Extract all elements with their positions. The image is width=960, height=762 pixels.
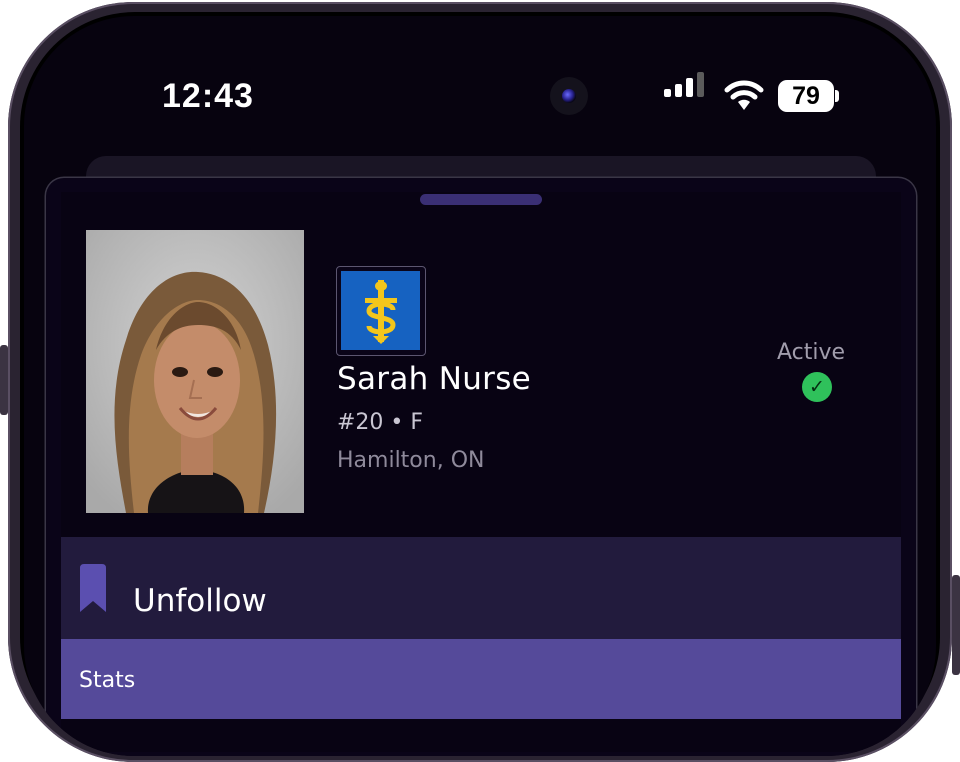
status-label: Active <box>777 340 846 365</box>
stats-tab[interactable] <box>61 639 901 719</box>
bookmark-icon <box>80 564 106 612</box>
wifi-icon <box>724 80 764 110</box>
check-circle-icon: ✓ <box>802 372 832 402</box>
team-logo-icon <box>341 271 420 350</box>
battery-indicator: 79 <box>778 80 834 112</box>
player-name: Sarah Nurse <box>337 361 532 397</box>
battery-percent: 79 <box>792 81 820 110</box>
screen: 12:43 79 Sarah Nurse #20 • F Hamilton, O… <box>24 16 936 756</box>
stats-label: Stats <box>79 668 136 693</box>
front-camera-icon <box>550 77 588 115</box>
sheet-drag-handle[interactable] <box>420 194 542 205</box>
side-button-right <box>952 575 960 675</box>
player-number-position: #20 • F <box>337 410 424 435</box>
team-logo-frame <box>336 266 426 356</box>
battery-tip <box>835 90 839 102</box>
player-headshot-image <box>86 230 304 513</box>
unfollow-label: Unfollow <box>133 583 267 619</box>
player-photo <box>86 230 304 513</box>
side-button-left <box>0 345 8 415</box>
player-hometown: Hamilton, ON <box>337 448 485 473</box>
status-time: 12:43 <box>162 77 254 115</box>
